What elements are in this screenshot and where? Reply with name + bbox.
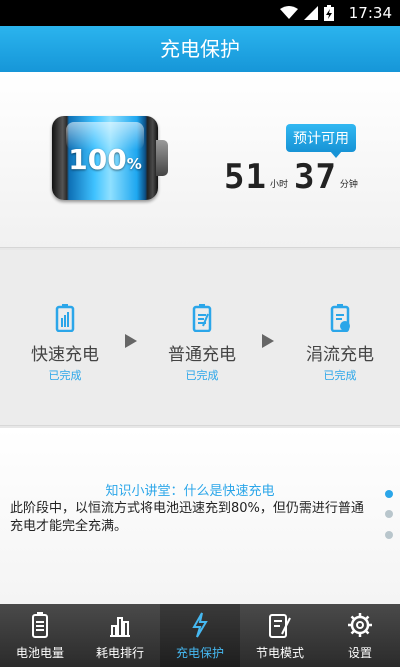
battery-charging-icon — [324, 5, 334, 21]
minutes-unit: 分钟 — [339, 180, 358, 190]
battery-level-icon — [32, 612, 48, 638]
battery-percent-number: 100 — [68, 143, 127, 176]
nav-label: 电池电量 — [15, 646, 64, 660]
nav-charge-protection[interactable]: 充电保护 — [160, 604, 240, 667]
fast-charge-icon — [55, 304, 75, 333]
stage-arrow-icon — [262, 334, 274, 348]
stage-fast-charge: 快速充电 已完成 — [10, 304, 120, 383]
stage-name: 涓流充电 — [306, 345, 374, 365]
estimate-badge: 预计可用 — [286, 124, 356, 158]
page-indicator-dot[interactable] — [385, 490, 393, 498]
stage-status: 已完成 — [48, 369, 82, 382]
trickle-charge-icon — [330, 304, 350, 333]
minutes-value: 37 — [293, 157, 337, 197]
stage-status: 已完成 — [185, 369, 219, 382]
stage-name: 快速充电 — [31, 345, 99, 365]
tips-panel[interactable]: 知识小讲堂：什么是快速充电 此阶段中，以恒流方式将电池迅速充到80%，但仍需进行… — [0, 428, 400, 604]
status-bar: 17:34 — [0, 0, 400, 26]
page-indicator-dot[interactable] — [385, 531, 393, 539]
remaining-time: 51 小时 37 分钟 — [224, 154, 364, 194]
nav-battery-level[interactable]: 电池电量 — [0, 604, 80, 667]
normal-charge-icon — [192, 304, 212, 333]
bottom-nav: 电池电量 耗电排行 充电保护 节电模式 设置 — [0, 604, 400, 667]
gear-icon — [348, 613, 372, 637]
status-icons — [280, 5, 334, 21]
nav-label: 节电模式 — [255, 646, 304, 660]
wifi-icon — [280, 6, 298, 19]
stage-name: 普通充电 — [168, 345, 236, 365]
signal-icon — [304, 6, 318, 20]
nav-label: 设置 — [347, 646, 372, 660]
hours-unit: 小时 — [269, 180, 288, 190]
power-save-icon — [269, 614, 291, 638]
hours-value: 51 — [224, 157, 267, 197]
nav-power-save[interactable]: 节电模式 — [240, 604, 320, 667]
lightning-icon — [192, 612, 208, 638]
stage-normal-charge: 普通充电 已完成 — [147, 304, 257, 383]
nav-label: 充电保护 — [175, 646, 224, 660]
page-indicator-dot[interactable] — [385, 510, 393, 518]
page-title: 充电保护 — [0, 26, 400, 72]
battery-graphic: 100% — [52, 116, 168, 200]
charging-stages: 快速充电 已完成 普通充电 已完成 涓流充电 已完成 — [0, 250, 400, 426]
stage-trickle-charge: 涓流充电 已完成 — [285, 304, 395, 383]
status-time: 17:34 — [348, 4, 392, 22]
tips-title: 知识小讲堂：什么是快速充电 — [105, 484, 275, 499]
nav-usage-ranking[interactable]: 耗电排行 — [80, 604, 160, 667]
tips-body: 此阶段中，以恒流方式将电池迅速充到80%，但仍需进行普通充电才能完全充满。 — [10, 501, 364, 534]
nav-label: 耗电排行 — [95, 646, 144, 660]
bar-chart-icon — [110, 617, 130, 637]
battery-percent-sign: % — [126, 155, 142, 173]
stage-arrow-icon — [125, 334, 137, 348]
battery-percent: 100% — [52, 143, 158, 176]
nav-settings[interactable]: 设置 — [320, 604, 400, 667]
stage-status: 已完成 — [323, 369, 357, 382]
